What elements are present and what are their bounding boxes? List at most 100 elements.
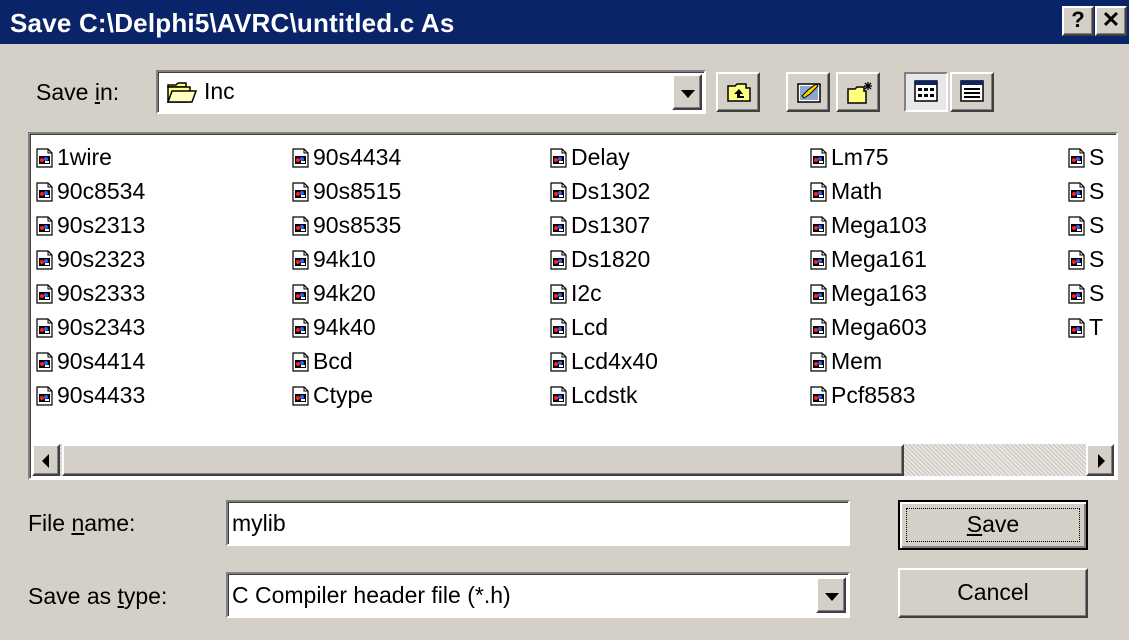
details-view-icon: [960, 80, 984, 102]
header-file-icon: [550, 351, 567, 372]
save-as-type-value: C Compiler header file (*.h): [232, 582, 511, 608]
help-button[interactable]: ?: [1062, 6, 1094, 36]
header-file-icon: [292, 249, 309, 270]
file-item[interactable]: 90c8534: [36, 174, 145, 208]
file-item[interactable]: T: [1068, 310, 1104, 344]
file-item[interactable]: S: [1068, 174, 1104, 208]
horizontal-scrollbar[interactable]: [32, 444, 1114, 476]
file-item[interactable]: Mega161: [810, 242, 927, 276]
file-item[interactable]: 94k40: [292, 310, 401, 344]
save-in-label: Save in:: [36, 79, 120, 105]
header-file-icon: [292, 317, 309, 338]
header-file-icon: [810, 351, 827, 372]
header-file-icon: [36, 351, 53, 372]
file-item-label: Ds1307: [571, 211, 651, 238]
file-item-label: 90s4434: [313, 143, 402, 170]
save-button[interactable]: Save: [898, 500, 1088, 550]
file-item[interactable]: 90s4414: [36, 344, 145, 378]
file-item-label: Mega103: [831, 211, 927, 238]
list-view-icon: [914, 80, 938, 102]
save-as-type-dropdown-button[interactable]: [816, 577, 846, 613]
list-view-button[interactable]: [904, 72, 948, 112]
file-item[interactable]: 90s4434: [292, 140, 401, 174]
file-item[interactable]: 90s2333: [36, 276, 145, 310]
file-item[interactable]: S: [1068, 242, 1104, 276]
file-item[interactable]: S: [1068, 276, 1104, 310]
file-item-label: S: [1089, 245, 1105, 272]
header-file-icon: [292, 283, 309, 304]
file-item-label: Mem: [831, 347, 883, 374]
header-file-icon: [1068, 283, 1085, 304]
header-file-icon: [36, 317, 53, 338]
file-item[interactable]: Mega163: [810, 276, 927, 310]
header-file-icon: [810, 181, 827, 202]
create-new-folder-button[interactable]: [836, 72, 880, 112]
file-item[interactable]: Math: [810, 174, 927, 208]
file-item[interactable]: Ds1307: [550, 208, 658, 242]
header-file-icon: [1068, 147, 1085, 168]
scroll-left-button[interactable]: [32, 444, 60, 476]
desktop-button[interactable]: [786, 72, 830, 112]
header-file-icon: [550, 283, 567, 304]
header-file-icon: [550, 249, 567, 270]
header-file-icon: [810, 317, 827, 338]
file-item[interactable]: 90s4433: [36, 378, 145, 412]
file-item[interactable]: I2c: [550, 276, 658, 310]
header-file-icon: [550, 181, 567, 202]
file-item-label: I2c: [571, 279, 602, 306]
cancel-button[interactable]: Cancel: [898, 568, 1088, 618]
file-item[interactable]: 94k20: [292, 276, 401, 310]
file-item[interactable]: Lm75: [810, 140, 927, 174]
save-in-dropdown[interactable]: Inc: [156, 70, 706, 114]
file-item[interactable]: Lcdstk: [550, 378, 658, 412]
header-file-icon: [36, 147, 53, 168]
scroll-thumb[interactable]: [62, 444, 904, 476]
focus-rectangle: [906, 508, 1080, 542]
file-item-label: 90s8535: [313, 211, 402, 238]
file-item-label: Mega163: [831, 279, 927, 306]
file-item[interactable]: S: [1068, 208, 1104, 242]
close-button[interactable]: ✕: [1095, 6, 1127, 36]
file-item-label: 90s8515: [313, 177, 402, 204]
header-file-icon: [550, 215, 567, 236]
details-view-button[interactable]: [950, 72, 994, 112]
scroll-right-button[interactable]: [1086, 444, 1114, 476]
header-file-icon: [810, 249, 827, 270]
file-item[interactable]: Mem: [810, 344, 927, 378]
file-item[interactable]: Bcd: [292, 344, 401, 378]
header-file-icon: [1068, 317, 1085, 338]
file-item[interactable]: Delay: [550, 140, 658, 174]
file-column: Lm75 Math Mega103 Mega161 Mega163 Mega603 Mem P…: [810, 140, 927, 412]
file-item[interactable]: 1wire: [36, 140, 145, 174]
file-item[interactable]: 90s8515: [292, 174, 401, 208]
file-item[interactable]: 90s2313: [36, 208, 145, 242]
file-item[interactable]: Ds1820: [550, 242, 658, 276]
file-item-label: 90s2333: [57, 279, 146, 306]
file-item[interactable]: 94k10: [292, 242, 401, 276]
file-item-label: Bcd: [313, 347, 353, 374]
save-in-dropdown-button[interactable]: [672, 74, 702, 110]
title-bar[interactable]: Save C:\Delphi5\AVRC\untitled.c As ? ✕: [0, 0, 1129, 44]
file-list[interactable]: 1wire 90c8534 90s2313 90s2323 90s2333 90s2343…: [28, 132, 1118, 480]
file-item-label: Ds1820: [571, 245, 651, 272]
up-one-level-button[interactable]: [716, 72, 760, 112]
file-item[interactable]: Mega103: [810, 208, 927, 242]
file-item[interactable]: 90s2343: [36, 310, 145, 344]
create-new-folder-icon: [847, 82, 872, 104]
file-item[interactable]: 90s2323: [36, 242, 145, 276]
save-as-type-dropdown[interactable]: C Compiler header file (*.h): [226, 572, 850, 618]
folder-open-icon: [166, 82, 198, 103]
file-item-label: Ds1302: [571, 177, 651, 204]
file-item[interactable]: S: [1068, 140, 1104, 174]
file-item[interactable]: Ds1302: [550, 174, 658, 208]
file-item[interactable]: 90s8535: [292, 208, 401, 242]
file-item[interactable]: Mega603: [810, 310, 927, 344]
file-item[interactable]: Lcd: [550, 310, 658, 344]
header-file-icon: [1068, 215, 1085, 236]
file-item[interactable]: Pcf8583: [810, 378, 927, 412]
file-item[interactable]: Ctype: [292, 378, 401, 412]
file-name-input[interactable]: [226, 500, 850, 546]
header-file-icon: [810, 283, 827, 304]
file-item[interactable]: Lcd4x40: [550, 344, 658, 378]
header-file-icon: [36, 249, 53, 270]
